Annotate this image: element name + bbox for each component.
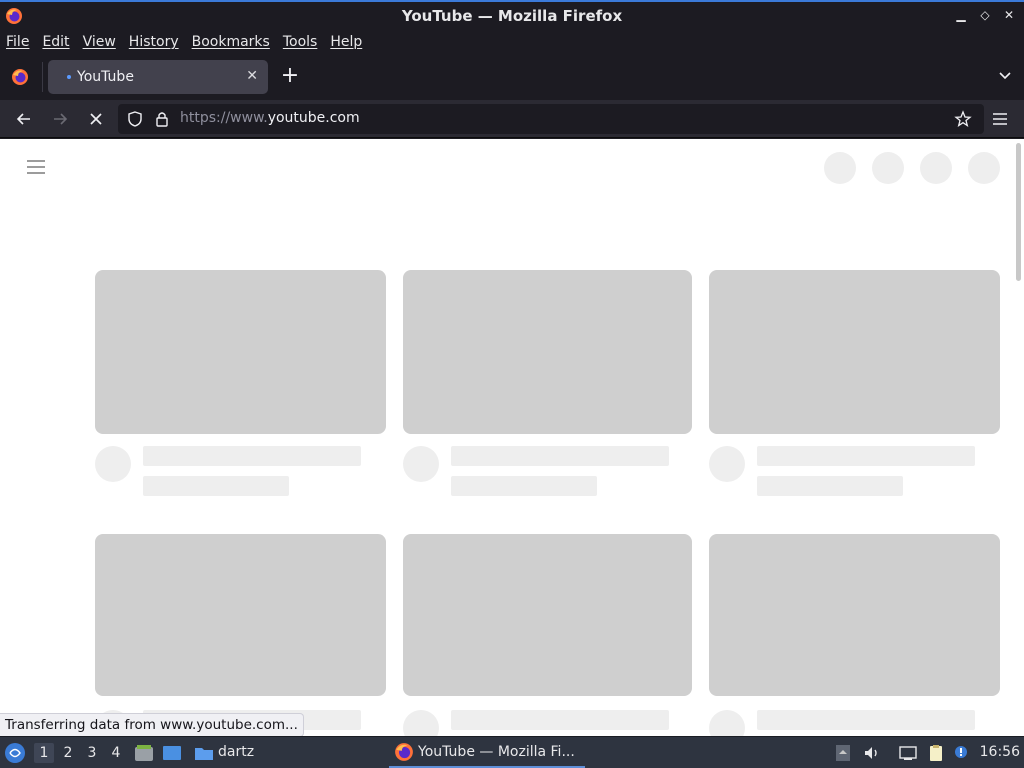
skeleton-meta-line [451,476,597,496]
skeleton-meta-line [143,476,289,496]
skeleton-circle [824,152,856,184]
skeleton-meta-line [757,476,903,496]
workspace-3[interactable]: 3 [82,743,102,763]
folder-icon[interactable] [194,744,214,762]
menu-history[interactable]: History [129,34,179,50]
navigation-toolbar: https://www.youtube.com [0,100,1024,138]
skeleton-thumbnail [403,270,692,434]
workspace-4[interactable]: 4 [106,743,126,763]
folder-label[interactable]: dartz [218,744,254,760]
menu-bookmarks[interactable]: Bookmarks [192,34,270,50]
video-skeleton-card [403,270,692,496]
menu-file[interactable]: File [6,34,29,50]
stop-loading-icon[interactable] [86,109,106,129]
skeleton-title-line [451,710,669,730]
network-icon[interactable] [899,744,917,762]
clipboard-icon[interactable] [927,744,945,762]
menu-bar: File Edit View History Bookmarks Tools H… [0,30,1024,54]
app-menu-icon[interactable] [992,111,1008,127]
skeleton-avatar [709,710,745,736]
skeleton-avatar [403,710,439,736]
tab-bar: YouTube ✕ + [0,54,1024,100]
tab-title: YouTube [77,69,134,85]
skeleton-title-line [757,446,975,466]
skeleton-circle [872,152,904,184]
video-skeleton-card [95,270,386,496]
loading-dot-icon [67,75,71,79]
skeleton-thumbnail [95,534,386,696]
skeleton-thumbnail [403,534,692,696]
firefox-view-icon[interactable] [11,68,29,86]
video-skeleton-card [709,534,1000,736]
tracking-protection-shield-icon[interactable] [126,110,144,128]
volume-icon[interactable] [863,744,881,762]
taskbar-firefox-window[interactable]: YouTube — Mozilla Fi... [389,737,585,768]
url-domain: youtube.com [267,110,360,126]
back-arrow-icon[interactable] [14,109,34,129]
skeleton-circle [920,152,952,184]
upload-tray-icon[interactable] [834,744,852,762]
new-tab-button[interactable]: + [280,64,300,88]
menu-view[interactable]: View [83,34,116,50]
chevron-down-icon[interactable] [998,69,1012,83]
skeleton-avatar [95,446,131,482]
maximize-button[interactable]: ◇ [978,8,992,22]
window-titlebar: YouTube — Mozilla Firefox ▁ ◇ ✕ [0,0,1024,30]
minimize-button[interactable]: ▁ [954,8,968,22]
menu-tools[interactable]: Tools [283,34,318,50]
firefox-icon [395,742,413,761]
page-scrollbar[interactable] [1016,143,1021,281]
skeleton-title-line [451,446,669,466]
video-skeleton-card [95,534,386,736]
file-manager-icon[interactable] [134,744,154,762]
menu-edit[interactable]: Edit [42,34,69,50]
notification-icon[interactable] [952,744,970,762]
skeleton-thumbnail [95,270,386,434]
menu-help[interactable]: Help [330,34,362,50]
skeleton-thumbnail [709,270,1000,434]
firefox-icon [6,8,22,24]
taskbar-clock: 16:56 [979,744,1020,760]
desktop-taskbar: 1 2 3 4 dartz YouTube — Mozilla Fi... 16… [0,736,1024,768]
close-tab-icon[interactable]: ✕ [246,68,258,84]
taskbar-window-title: YouTube — Mozilla Fi... [418,743,575,760]
url-prefix: https://www. [180,110,268,126]
page-content [0,139,1024,736]
status-panel: Transferring data from www.youtube.com..… [0,713,304,737]
tab-separator [42,62,43,92]
video-skeleton-card [709,270,1000,496]
skeleton-avatar [403,446,439,482]
video-skeleton-card [403,534,692,736]
skeleton-circle [968,152,1000,184]
window-title: YouTube — Mozilla Firefox [401,7,623,25]
start-menu-icon[interactable] [4,742,26,764]
skeleton-thumbnail [709,534,1000,696]
tab-youtube[interactable]: YouTube ✕ [48,60,268,94]
guide-menu-icon[interactable] [26,159,46,175]
skeleton-title-line [143,446,361,466]
close-window-button[interactable]: ✕ [1002,8,1016,22]
skeleton-avatar [709,446,745,482]
bookmark-star-icon[interactable] [954,110,972,128]
url-bar[interactable]: https://www.youtube.com [118,104,984,134]
workspace-2[interactable]: 2 [58,743,78,763]
url-text[interactable]: https://www.youtube.com [180,110,360,126]
lock-icon[interactable] [154,110,170,128]
forward-arrow-icon[interactable] [50,109,70,129]
skeleton-title-line [757,710,975,730]
workspace-1[interactable]: 1 [34,743,54,763]
desktop-icon[interactable] [162,744,182,762]
